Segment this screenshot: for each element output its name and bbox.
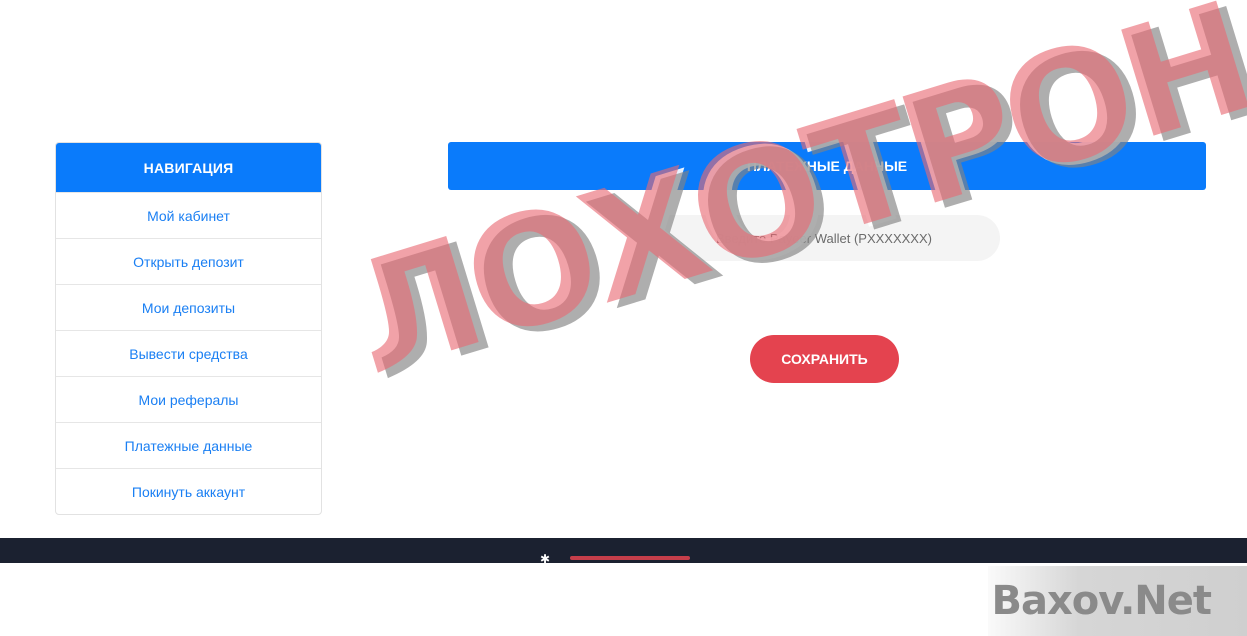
footer: ✱ bbox=[0, 538, 1247, 563]
watermark-text: Baxov.Net bbox=[991, 578, 1212, 624]
payeer-wallet-input[interactable] bbox=[648, 215, 1000, 261]
nav-item-my-deposits[interactable]: Мои депозиты bbox=[56, 284, 321, 330]
nav-item-referrals[interactable]: Мои рефералы bbox=[56, 376, 321, 422]
nav-item-logout[interactable]: Покинуть аккаунт bbox=[56, 468, 321, 514]
footer-icon: ✱ bbox=[540, 552, 551, 563]
sidebar-title: НАВИГАЦИЯ bbox=[56, 143, 321, 192]
watermark: Baxov.Net bbox=[988, 566, 1247, 636]
nav-item-open-deposit[interactable]: Открыть депозит bbox=[56, 238, 321, 284]
save-button[interactable]: СОХРАНИТЬ bbox=[750, 335, 899, 383]
nav-item-cabinet[interactable]: Мой кабинет bbox=[56, 192, 321, 238]
sidebar-nav: НАВИГАЦИЯ Мой кабинет Открыть депозит Мо… bbox=[55, 142, 322, 515]
page-title: ПЛАТЕЖНЫЕ ДАННЫЕ bbox=[448, 142, 1206, 190]
footer-logo-fragment bbox=[570, 556, 690, 560]
nav-item-payment-details[interactable]: Платежные данные bbox=[56, 422, 321, 468]
nav-item-withdraw[interactable]: Вывести средства bbox=[56, 330, 321, 376]
